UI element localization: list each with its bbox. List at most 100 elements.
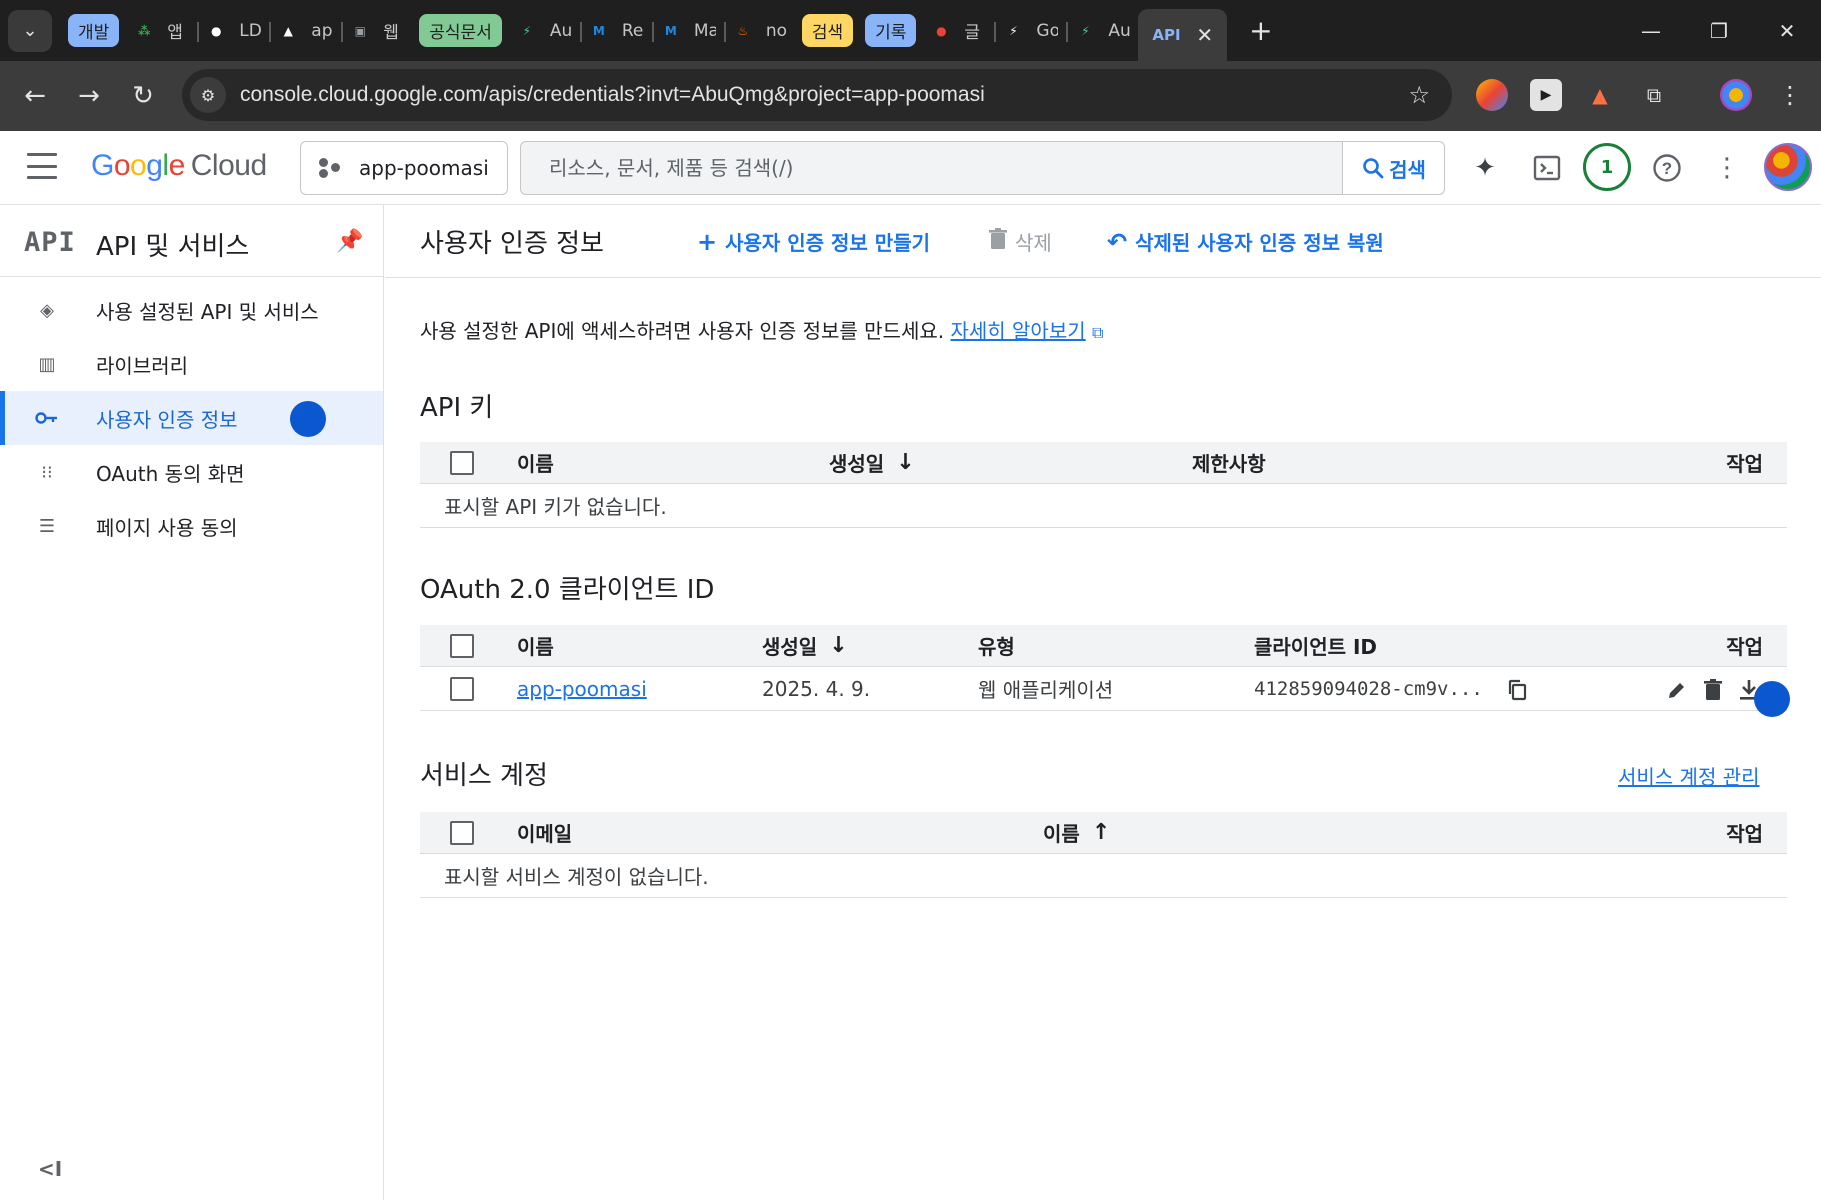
gemini-sparkle-icon[interactable]: ✦ [1466, 149, 1504, 187]
sidebar-item-library[interactable]: ▥ 라이브러리 [0, 337, 383, 391]
browser-tab[interactable]: ⚡ Au [508, 8, 580, 54]
close-icon[interactable]: ✕ [1196, 23, 1213, 47]
col-client-id[interactable]: 클라이언트 ID [1254, 625, 1377, 666]
extension-lighthouse-icon[interactable]: ▲ [1584, 79, 1616, 111]
browser-tab[interactable]: ⁂ 앱 [125, 8, 197, 54]
address-bar[interactable]: ⚙ console.cloud.google.com/apis/credenti… [182, 69, 1452, 121]
col-created[interactable]: 생성일 ↓ [829, 442, 915, 483]
search-input[interactable] [521, 142, 1342, 194]
plus-icon: + [697, 227, 718, 256]
browser-tab[interactable]: ● LD [197, 8, 269, 54]
col-name[interactable]: 이름 [517, 442, 554, 483]
col-created[interactable]: 생성일 ↓ [762, 625, 848, 666]
tab-search-button[interactable]: ⌄ [8, 9, 52, 52]
notifications-badge[interactable]: 1 [1583, 143, 1631, 191]
extension-color-icon[interactable] [1476, 79, 1508, 111]
edit-pencil-icon[interactable] [1664, 677, 1690, 703]
extension-code-icon[interactable]: ▶ [1530, 79, 1562, 111]
url-text[interactable]: console.cloud.google.com/apis/credential… [240, 83, 985, 107]
project-hierarchy-icon [319, 156, 343, 180]
col-type[interactable]: 유형 [978, 625, 1015, 666]
restore-deleted-button[interactable]: ↶ 삭제된 사용자 인증 정보 복원 [1107, 227, 1384, 256]
manage-service-accounts-link[interactable]: 서비스 계정 관리 [1618, 761, 1821, 790]
col-actions: 작업 [1726, 822, 1763, 846]
sidebar-item-page-usage-agreement[interactable]: ☰ 페이지 사용 동의 [0, 499, 383, 553]
tab-group-label[interactable]: 검색 [801, 14, 854, 47]
square-icon: ▣ [354, 23, 366, 38]
search-button[interactable]: 검색 [1342, 142, 1444, 194]
project-picker[interactable]: app-poomasi [300, 141, 508, 195]
select-all-checkbox[interactable] [450, 633, 474, 658]
select-all-checkbox[interactable] [450, 450, 474, 475]
tab-title: no [765, 20, 788, 41]
click-indicator-dot [1754, 681, 1790, 717]
tab-title: Re [621, 20, 644, 41]
client-name: app-poomasi [517, 676, 647, 701]
col-name[interactable]: 이름 [517, 625, 554, 666]
copy-icon[interactable] [1504, 677, 1530, 703]
tab-title: 앱 [167, 23, 183, 43]
collapse-sidebar-icon[interactable]: <I [38, 1157, 62, 1181]
bolt-icon: ⚡ [1081, 23, 1090, 38]
minimize-button[interactable]: — [1617, 0, 1685, 61]
mui-icon: M [664, 23, 677, 38]
tab-group-label[interactable]: 개발 [68, 14, 120, 47]
help-icon[interactable]: ? [1648, 149, 1686, 187]
tab-group-label[interactable]: 공식문서 [419, 14, 502, 47]
sidebar-item-oauth-consent[interactable]: ⁝⁝ OAuth 동의 화면 [0, 445, 383, 499]
extensions-puzzle-icon[interactable]: ⧉ [1638, 79, 1670, 111]
empty-row: 표시할 API 키가 없습니다. [420, 484, 1787, 528]
tab-group-label[interactable]: 기록 [865, 14, 917, 47]
create-credentials-button[interactable]: + 사용자 인증 정보 만들기 [697, 227, 930, 256]
browser-tab[interactable]: ♨ no [723, 8, 796, 54]
client-name-link[interactable]: app-poomasi [517, 667, 647, 710]
col-actions: 작업 [1726, 635, 1763, 659]
create-credentials-label: 사용자 인증 정보 만들기 [725, 231, 930, 255]
browser-tab[interactable]: M Ma [651, 8, 724, 54]
sidebar-item-enabled-apis[interactable]: ◈ 사용 설정된 API 및 서비스 [0, 283, 383, 337]
bookmark-star-icon[interactable]: ☆ [1408, 81, 1430, 109]
restore-deleted-label: 삭제된 사용자 인증 정보 복원 [1135, 231, 1384, 255]
intro-text: 사용 설정한 API에 액세스하려면 사용자 인증 정보를 만드세요. 자세히 … [420, 315, 1103, 344]
forward-button[interactable]: → [62, 81, 116, 111]
new-tab-button[interactable]: + [1249, 14, 1272, 47]
browser-tab[interactable]: ⚡ Au [1066, 8, 1138, 54]
delete-button[interactable]: 삭제 [989, 227, 1052, 256]
select-all-checkbox[interactable] [450, 820, 474, 845]
more-options-icon[interactable]: ⋮ [1708, 149, 1746, 187]
delete-trash-icon[interactable] [1700, 677, 1726, 703]
browser-tab[interactable]: ⚡ Go [994, 8, 1066, 54]
intro-description: 사용 설정한 API에 액세스하려면 사용자 인증 정보를 만드세요. [420, 319, 945, 343]
tab-active[interactable]: API ✕ [1138, 9, 1228, 61]
cloud-shell-icon[interactable] [1528, 149, 1566, 187]
col-email[interactable]: 이메일 [517, 812, 572, 853]
profile-avatar[interactable] [1720, 79, 1752, 111]
row-checkbox[interactable] [450, 676, 474, 701]
learn-more-link[interactable]: 자세히 알아보기 [950, 319, 1085, 343]
col-restrictions[interactable]: 제한사항 [1192, 442, 1266, 483]
restore-button[interactable]: ❐ [1685, 0, 1753, 61]
col-name[interactable]: 이름 ↑ [1043, 812, 1110, 853]
reload-button[interactable]: ↻ [116, 81, 170, 111]
browser-tab[interactable]: ● 글 [922, 8, 994, 54]
browser-tab[interactable]: ▣ 웹 [341, 8, 413, 54]
browser-toolbar: ← → ↻ ⚙ console.cloud.google.com/apis/cr… [0, 61, 1821, 131]
close-window-button[interactable]: ✕ [1753, 0, 1821, 61]
back-button[interactable]: ← [8, 81, 62, 111]
sidebar-item-label: OAuth 동의 화면 [96, 461, 245, 486]
kebab-menu-icon[interactable]: ⋮ [1774, 79, 1806, 111]
tab-title: Au [549, 20, 572, 41]
site-info-icon[interactable]: ⚙ [190, 77, 226, 113]
sidebar-item-credentials[interactable]: 사용자 인증 정보 [0, 391, 383, 445]
pin-icon[interactable]: 📌 [336, 229, 363, 254]
browser-tab[interactable]: ▲ ap [269, 8, 341, 54]
table-header: 이메일 이름 ↑ 작업 [420, 812, 1787, 854]
chevron-down-icon: ⌄ [22, 20, 38, 41]
account-avatar[interactable] [1764, 143, 1812, 191]
project-name: app-poomasi [359, 156, 489, 180]
hamburger-menu-icon[interactable] [27, 153, 57, 179]
google-cloud-logo[interactable]: Google Cloud [91, 149, 267, 183]
browser-tab[interactable]: M Re [579, 8, 652, 54]
learn-more-label: 자세히 알아보기 [950, 319, 1086, 343]
mui-icon: M [592, 23, 605, 38]
